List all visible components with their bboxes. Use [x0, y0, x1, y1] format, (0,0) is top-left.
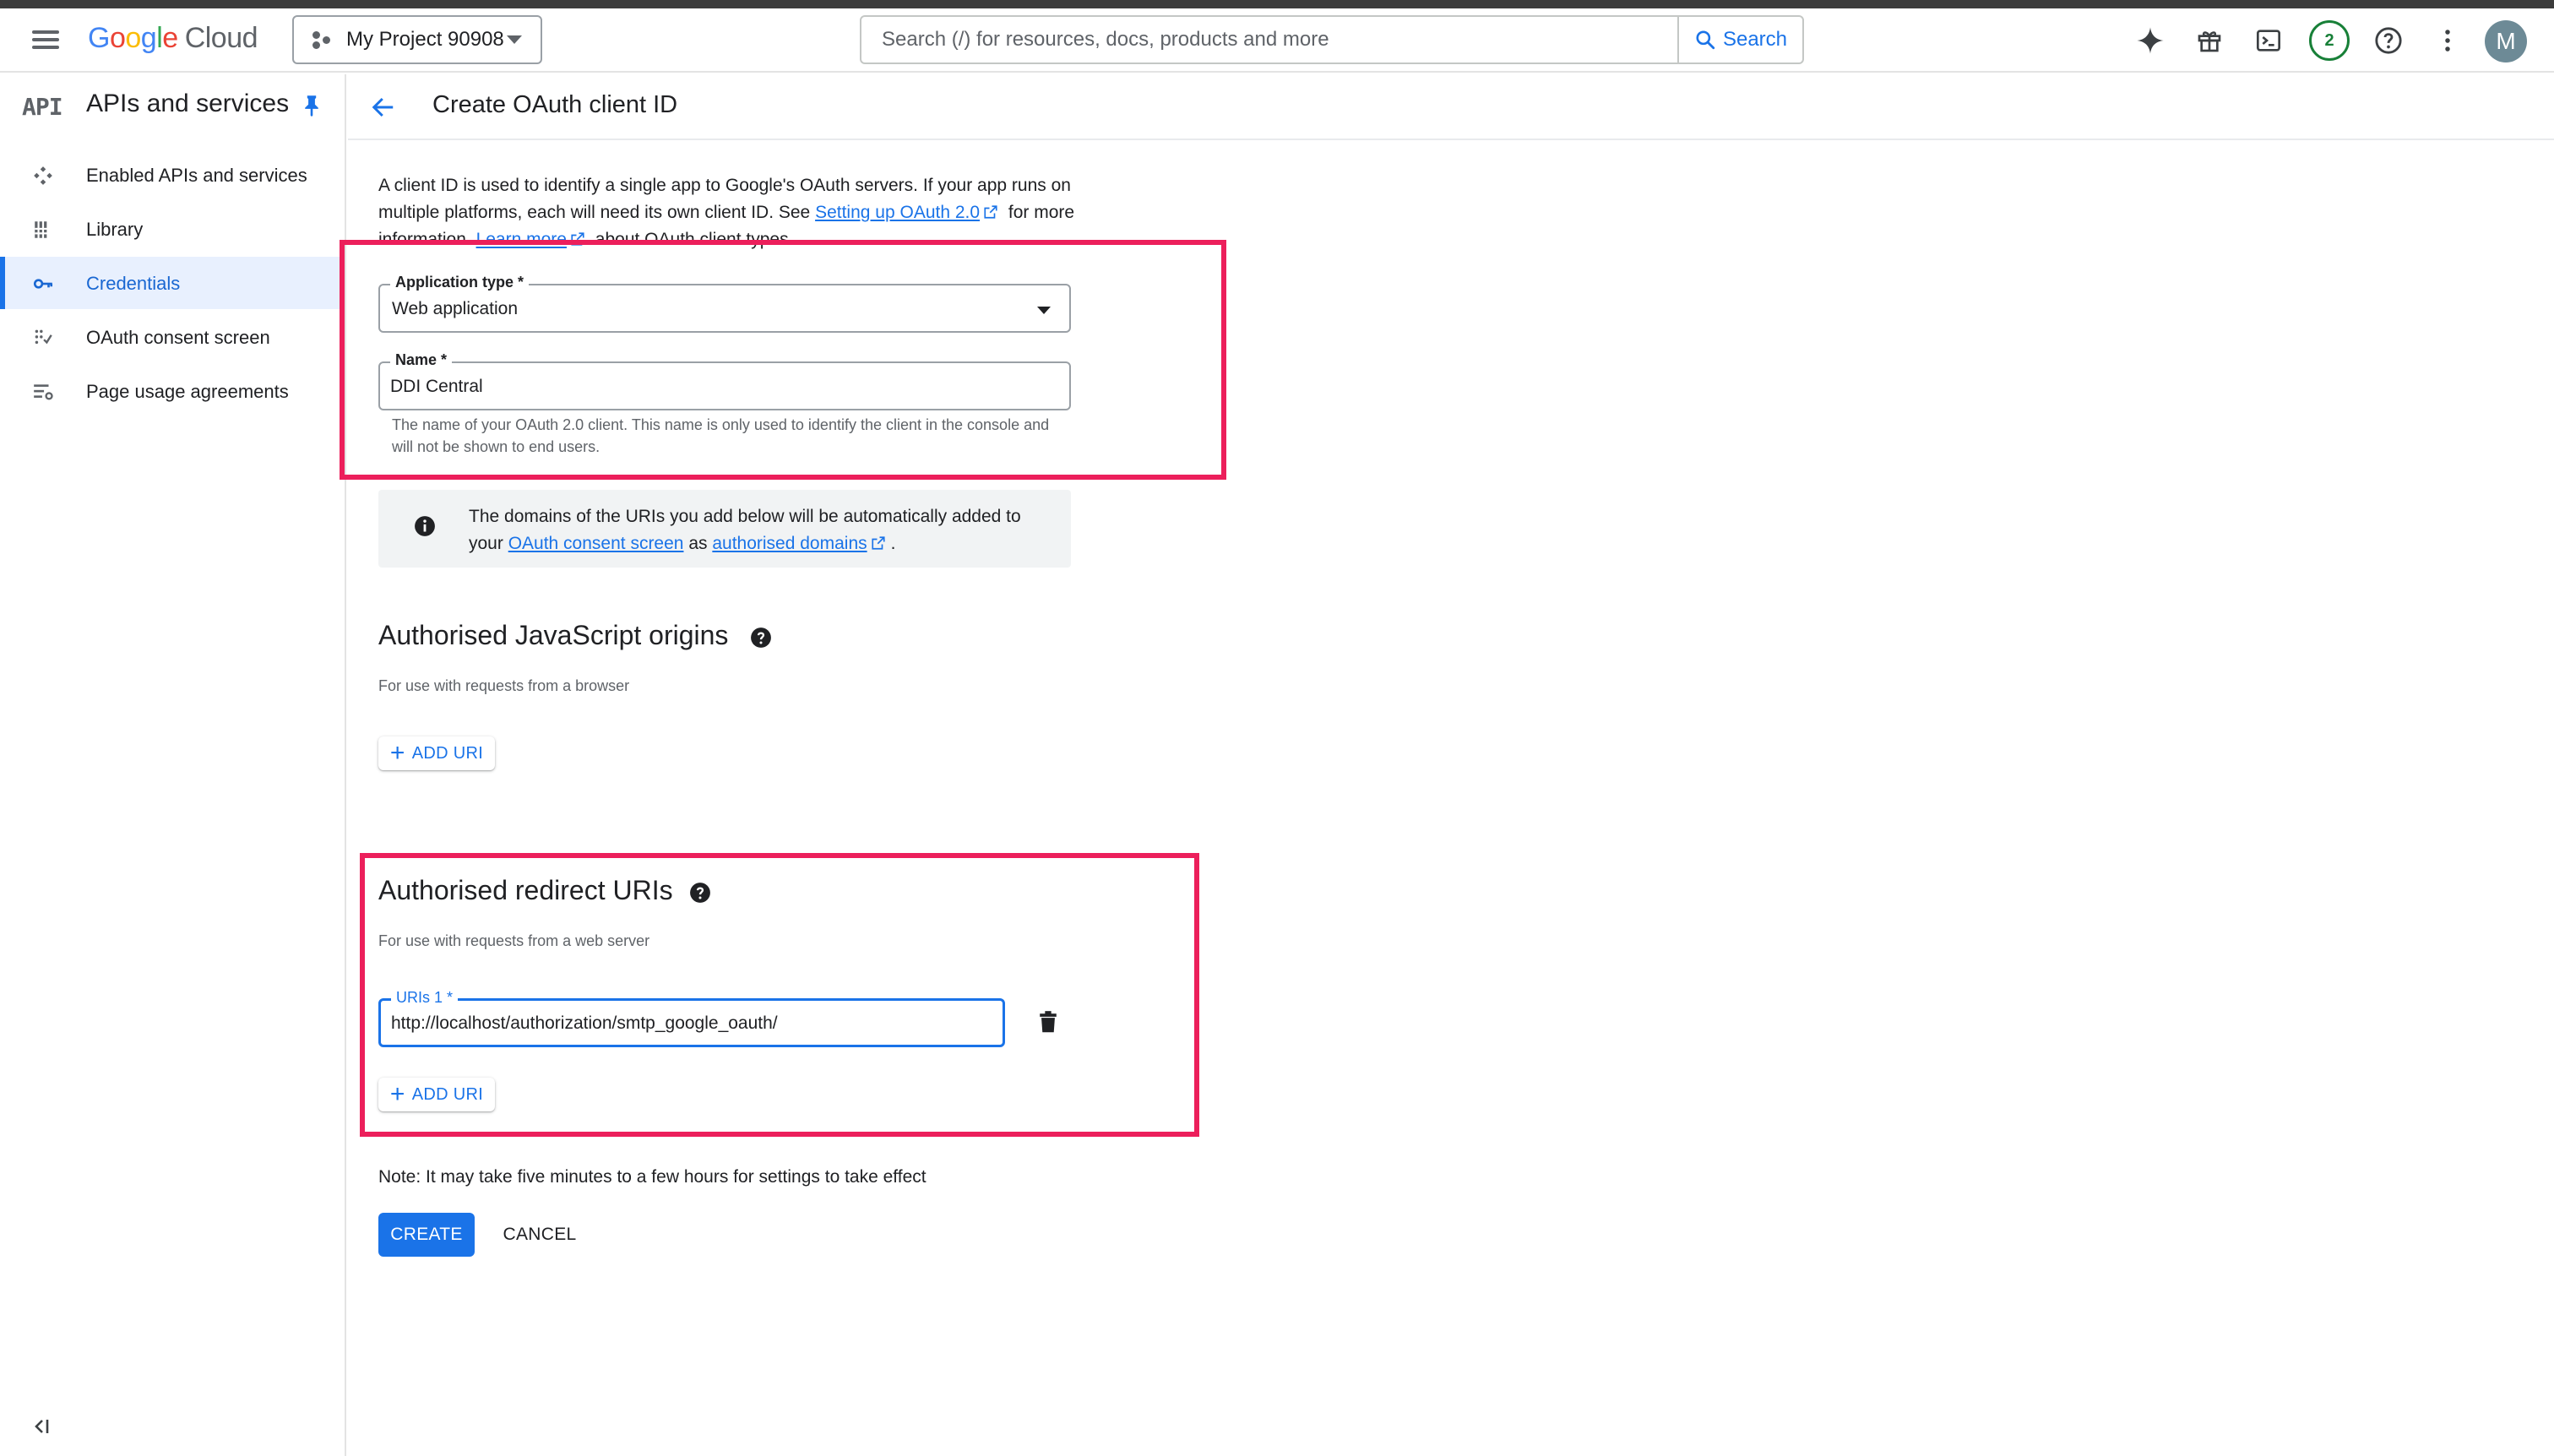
application-type-select[interactable]: Application type * Web application: [378, 274, 1071, 333]
library-icon: [35, 221, 49, 238]
info-icon: [414, 515, 436, 541]
search-button-label: Search: [1722, 28, 1788, 51]
settings-note: Note: It may take five minutes to a few …: [378, 1167, 927, 1187]
search-icon: [1696, 30, 1715, 50]
collapse-sidebar-icon[interactable]: [32, 1417, 52, 1440]
oauth-consent-icon: [35, 329, 52, 345]
redirect-uri-field: URIs 1 *: [378, 989, 1005, 1047]
top-header: GoogleCloud My Project 90908 Search 2 M: [0, 8, 2554, 73]
sidebar-item-page-usage[interactable]: Page usage agreements: [0, 365, 345, 417]
create-button[interactable]: CREATE: [378, 1213, 475, 1257]
application-type-label: Application type *: [390, 274, 530, 291]
sidebar-item-library[interactable]: Library: [0, 203, 345, 255]
settings-list-icon: [34, 384, 53, 400]
pin-icon[interactable]: [302, 95, 321, 121]
sidebar-item-label: Page usage agreements: [86, 381, 289, 402]
project-icon: [312, 30, 333, 50]
redirect-uri-input[interactable]: [391, 1008, 992, 1039]
enabled-apis-icon: [34, 166, 52, 185]
application-type-value: Web application: [392, 299, 519, 318]
page-title: Create OAuth client ID: [432, 91, 678, 118]
project-name: My Project 90908: [346, 28, 504, 51]
name-field: Name *: [378, 351, 1071, 410]
cloud-shell-icon[interactable]: [2253, 25, 2284, 56]
search-input[interactable]: [861, 17, 1677, 62]
redirect-uri-label: URIs 1 *: [391, 989, 459, 1007]
info-text: The domains of the URIs you add below wi…: [469, 507, 1021, 553]
plus-icon: +: [389, 1080, 405, 1108]
sidebar-item-label: Library: [86, 219, 144, 240]
search-bar: Search: [860, 15, 1804, 64]
project-picker[interactable]: My Project 90908: [292, 15, 542, 64]
window-top-strip: [0, 0, 2554, 8]
plus-icon: +: [389, 739, 405, 767]
cancel-button[interactable]: CANCEL: [493, 1213, 586, 1257]
sidebar-item-oauth-consent[interactable]: OAuth consent screen: [0, 311, 345, 363]
chevron-down-icon: [507, 35, 522, 44]
help-icon[interactable]: [689, 882, 711, 908]
add-redirect-uri-button[interactable]: + ADD URI: [378, 1078, 495, 1111]
external-link-icon: [984, 205, 997, 219]
search-button[interactable]: Search: [1677, 17, 1802, 62]
sidebar-header: API APIs and services: [0, 74, 345, 135]
name-input[interactable]: [390, 372, 1059, 402]
gift-icon[interactable]: [2194, 25, 2225, 56]
setting-up-oauth-link[interactable]: Setting up OAuth 2.0: [815, 203, 980, 222]
add-js-origin-uri-button[interactable]: + ADD URI: [378, 736, 495, 770]
api-logo-icon: API: [22, 93, 63, 121]
sidebar-item-credentials[interactable]: Credentials: [0, 257, 345, 309]
page-header: Create OAuth client ID: [348, 74, 2554, 140]
chevron-down-icon: [1037, 307, 1051, 314]
js-origins-subtitle: For use with requests from a browser: [378, 677, 630, 694]
back-arrow-icon[interactable]: [370, 95, 397, 124]
js-origins-title: Authorised JavaScript origins: [378, 620, 729, 650]
redirect-uris-subtitle: For use with requests from a web server: [378, 932, 650, 949]
gemini-sparkle-icon[interactable]: [2135, 25, 2165, 56]
name-label: Name *: [390, 351, 453, 369]
avatar[interactable]: M: [2485, 20, 2527, 62]
sidebar-title: APIs and services: [86, 90, 290, 117]
delete-icon[interactable]: [1039, 1010, 1057, 1038]
oauth-consent-screen-link[interactable]: OAuth consent screen: [508, 534, 684, 553]
intro-text: A client ID is used to identify a single…: [378, 176, 1075, 249]
notifications-badge[interactable]: 2: [2309, 20, 2350, 61]
external-link-icon: [872, 536, 885, 550]
sidebar-item-label: OAuth consent screen: [86, 327, 270, 348]
sidebar-item-label: Credentials: [86, 273, 181, 294]
more-vert-icon[interactable]: [2432, 25, 2463, 56]
menu-icon[interactable]: [32, 29, 59, 51]
redirect-uris-title: Authorised redirect URIs: [378, 875, 673, 905]
key-icon: [33, 279, 53, 289]
authorised-domains-link[interactable]: authorised domains: [712, 534, 867, 553]
sidebar: API APIs and services Enabled APIs and s…: [0, 74, 346, 1456]
help-icon[interactable]: [2373, 25, 2404, 56]
info-banner: The domains of the URIs you add below wi…: [378, 490, 1071, 568]
google-cloud-logo[interactable]: Google Cloud: [88, 22, 258, 55]
help-icon[interactable]: [750, 627, 772, 653]
sidebar-item-enabled-apis[interactable]: Enabled APIs and services: [0, 149, 345, 201]
name-helper-text: The name of your OAuth 2.0 client. This …: [392, 416, 1050, 455]
sidebar-item-label: Enabled APIs and services: [86, 165, 307, 186]
